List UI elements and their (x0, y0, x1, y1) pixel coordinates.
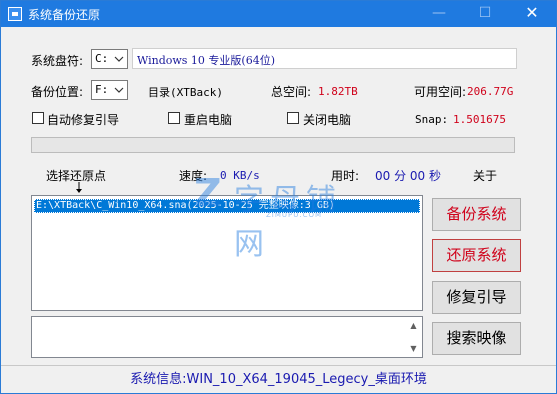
list-item[interactable]: E:\XTBack\C_Win10_X64.sna(2025-10-25 完整映… (34, 199, 420, 213)
log-box[interactable]: ▲ ▼ (31, 316, 423, 358)
reboot-checkbox[interactable] (168, 112, 180, 124)
shutdown-label[interactable]: 关闭电脑 (303, 111, 351, 128)
scroll-down-icon[interactable]: ▼ (406, 341, 421, 356)
backup-location-label: 备份位置: (31, 85, 84, 99)
backup-dir-label: 目录(XTBack) (148, 86, 223, 99)
backup-restore-window: 系统备份还原 — ☐ ✕ 系统盘符: C: Windows 10 专业版(64位… (0, 0, 557, 394)
backup-drive-select[interactable]: F: (91, 80, 128, 100)
elapsed-label: 用时: (331, 169, 360, 183)
total-space-value: 1.82TB (318, 85, 358, 98)
window-title: 系统备份还原 (28, 8, 101, 22)
os-name-text: Windows 10 专业版(64位) (137, 54, 276, 67)
speed-value: 0 KB/s (220, 169, 260, 182)
auto-repair-label[interactable]: 自动修复引导 (47, 111, 119, 128)
title-bar[interactable]: 系统备份还原 — ☐ ✕ (1, 1, 556, 27)
speed-label: 速度: (179, 169, 208, 183)
backup-button[interactable]: 备份系统 (432, 198, 521, 231)
restore-point-list[interactable]: E:\XTBack\C_Win10_X64.sna(2025-10-25 完整映… (31, 195, 423, 311)
search-image-button[interactable]: 搜索映像 (432, 322, 521, 355)
scroll-up-icon[interactable]: ▲ (406, 318, 421, 333)
status-divider (1, 365, 556, 366)
restore-button[interactable]: 还原系统 (432, 239, 521, 272)
os-name-field: Windows 10 专业版(64位) (132, 48, 517, 69)
reboot-label[interactable]: 重启电脑 (184, 111, 232, 128)
progress-bar (31, 137, 515, 153)
free-space-label: 可用空间: (414, 85, 467, 99)
app-icon (8, 7, 22, 21)
minimize-button[interactable]: — (416, 1, 462, 27)
dropdown-arrow-icon (113, 83, 125, 97)
backup-drive-value: F: (95, 83, 109, 96)
close-button[interactable]: ✕ (509, 1, 555, 27)
dropdown-arrow-icon (113, 52, 125, 66)
shutdown-checkbox[interactable] (287, 112, 299, 124)
system-disk-label: 系统盘符: (31, 54, 84, 68)
system-disk-value: C: (95, 52, 109, 65)
status-bar: 系统信息:WIN_10_X64_19045_Legecy_桌面环境 (130, 372, 427, 387)
down-arrow-icon (76, 182, 82, 193)
repair-boot-button[interactable]: 修复引导 (432, 281, 521, 314)
snap-label: Snap: (415, 113, 449, 126)
system-disk-select[interactable]: C: (91, 49, 128, 69)
snap-value: 1.501675 (453, 113, 506, 126)
maximize-button[interactable]: ☐ (462, 1, 508, 27)
focus-rect (34, 199, 420, 213)
free-space-value: 206.77G (467, 85, 514, 98)
about-link[interactable]: 关于 (473, 167, 497, 184)
auto-repair-checkbox[interactable] (32, 112, 44, 124)
elapsed-value: 00 分 00 秒 (375, 169, 441, 183)
total-space-label: 总空间: (271, 85, 312, 99)
